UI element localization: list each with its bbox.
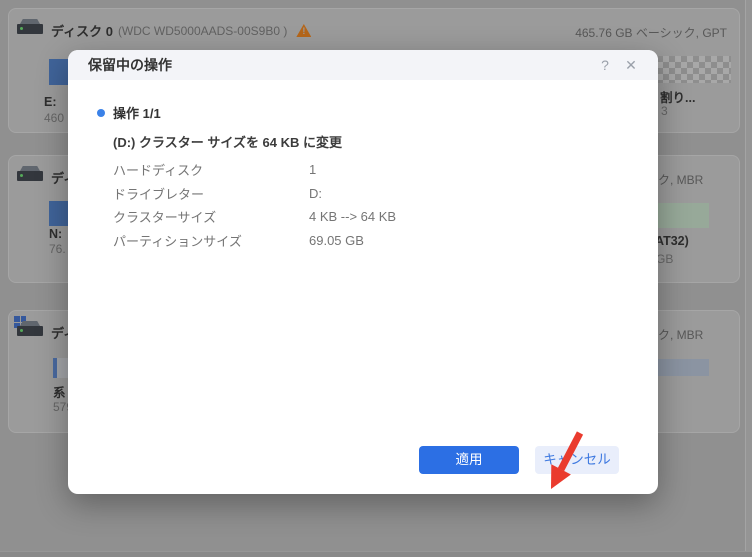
warning-icon xyxy=(296,24,312,37)
dialog-title: 保留中の操作 xyxy=(88,57,172,73)
partition-label: 系 xyxy=(53,386,66,400)
detail-label: ハードディスク xyxy=(113,163,204,179)
scrollbar-track[interactable] xyxy=(745,0,752,557)
partition-size: 3 xyxy=(661,104,668,118)
operation-bullet-icon xyxy=(97,109,105,117)
hard-drive-icon xyxy=(17,166,43,182)
partition-size: 460 xyxy=(44,111,65,125)
status-bar xyxy=(0,551,752,557)
detail-value: D: xyxy=(309,185,322,201)
detail-row: ハードディスク 1 xyxy=(113,158,396,182)
detail-value: 1 xyxy=(309,162,317,178)
disk-name: ディスク 0 xyxy=(51,24,113,39)
disk-capacity-info: ク, MBR xyxy=(658,173,704,187)
detail-label: ドライブレター xyxy=(113,186,205,202)
detail-value: 69.05 GB xyxy=(309,233,364,249)
system-drive-icon xyxy=(14,316,43,337)
hard-drive-icon xyxy=(17,19,43,35)
operation-description: (D:) クラスター サイズを 64 KB に変更 xyxy=(113,135,343,150)
partition-size: GB xyxy=(656,252,674,266)
detail-label: クラスターサイズ xyxy=(113,210,217,226)
detail-row: パーティションサイズ 69.05 GB xyxy=(113,229,396,253)
disk-capacity-info: 465.76 GB ベーシック, GPT xyxy=(575,26,727,40)
operation-detail-list: ハードディスク 1 ドライブレター D: クラスターサイズ 4 KB --> 6… xyxy=(113,158,396,252)
dialog-header: 保留中の操作 ? ✕ xyxy=(68,50,658,80)
detail-label: パーティションサイズ xyxy=(113,234,242,250)
partition-size: 76. xyxy=(49,242,66,256)
detail-row: クラスターサイズ 4 KB --> 64 KB xyxy=(113,205,396,229)
disk-capacity-info: ク, MBR xyxy=(658,328,704,342)
apply-button[interactable]: 適用 xyxy=(419,446,519,474)
help-icon[interactable]: ? xyxy=(592,50,618,80)
operation-counter: 操作 1/1 xyxy=(113,106,161,121)
partition-label: E: xyxy=(44,95,57,109)
partition-label: AT32) xyxy=(655,234,689,248)
disk-model: (WDC WD5000AADS-00S9B0 ) xyxy=(117,23,288,38)
detail-value: 4 KB --> 64 KB xyxy=(309,209,397,225)
detail-row: ドライブレター D: xyxy=(113,182,396,206)
pending-operations-dialog: 保留中の操作 ? ✕ 操作 1/1 (D:) クラスター サイズを 64 KB … xyxy=(68,50,658,494)
close-icon[interactable]: ✕ xyxy=(618,50,644,80)
partition-label: N: xyxy=(49,227,63,241)
cancel-button[interactable]: キャンセル xyxy=(535,446,619,474)
